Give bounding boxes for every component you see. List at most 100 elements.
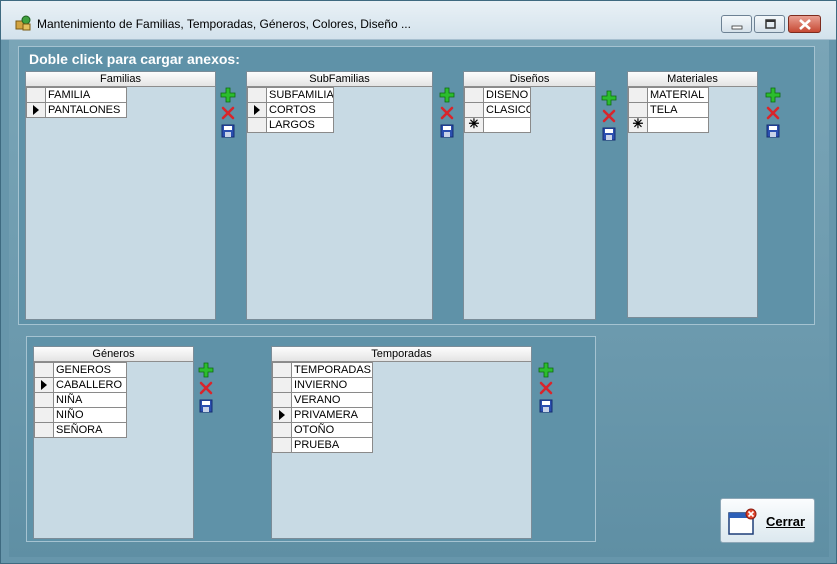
temporadas-cell[interactable]: PRIVAMERA <box>291 407 373 423</box>
familias-cell[interactable]: FAMILIA <box>45 87 127 103</box>
generos-cell[interactable]: SEÑORA <box>53 422 127 438</box>
materiales-row[interactable]: TELA <box>628 102 709 118</box>
disenos-new-row[interactable]: ✳ <box>464 117 531 133</box>
materiales-table: MATERIAL TELA ✳ <box>628 87 709 133</box>
temporadas-row[interactable]: PRUEBA <box>272 437 373 453</box>
row-selector[interactable] <box>34 422 54 438</box>
disenos-cell[interactable]: DISENO <box>483 87 531 103</box>
row-selector[interactable] <box>272 362 292 378</box>
generos-row[interactable]: GENEROS <box>34 362 127 378</box>
subfamilias-cell[interactable]: LARGOS <box>266 117 334 133</box>
subfamilias-add-button[interactable] <box>439 87 455 103</box>
familias-add-button[interactable] <box>220 87 236 103</box>
temporadas-cell[interactable]: OTOÑO <box>291 422 373 438</box>
row-selector[interactable] <box>34 392 54 408</box>
disenos-row[interactable]: CLASICO <box>464 102 531 118</box>
materiales-delete-button[interactable] <box>765 105 781 121</box>
familias-save-button[interactable] <box>220 123 236 139</box>
row-selector[interactable] <box>247 102 267 118</box>
row-selector[interactable] <box>26 87 46 103</box>
generos-row[interactable]: SEÑORA <box>34 422 127 438</box>
familias-grid[interactable]: Familias FAMILIA PANTALONES <box>25 71 216 320</box>
generos-save-button[interactable] <box>198 398 214 414</box>
generos-row[interactable]: CABALLERO <box>34 377 127 393</box>
row-selector[interactable] <box>272 392 292 408</box>
generos-cell[interactable]: GENEROS <box>53 362 127 378</box>
materiales-new-cell[interactable] <box>647 117 709 133</box>
maximize-button[interactable] <box>754 15 785 33</box>
temporadas-cell[interactable]: TEMPORADAS <box>291 362 373 378</box>
row-pointer-icon <box>41 379 47 390</box>
row-selector[interactable]: ✳ <box>628 117 648 133</box>
row-selector[interactable] <box>272 377 292 393</box>
row-selector[interactable] <box>464 87 484 103</box>
temporadas-row[interactable]: PRIVAMERA <box>272 407 373 423</box>
row-selector[interactable] <box>272 422 292 438</box>
disenos-grid[interactable]: Diseños DISENO CLASICO ✳ <box>463 71 596 320</box>
row-selector[interactable] <box>247 87 267 103</box>
disenos-add-button[interactable] <box>601 90 617 106</box>
generos-add-button[interactable] <box>198 362 214 378</box>
disenos-save-button[interactable] <box>601 126 617 142</box>
familias-row[interactable]: PANTALONES <box>26 102 127 118</box>
minimize-button[interactable] <box>721 15 752 33</box>
title-bar[interactable]: Mantenimiento de Familias, Temporadas, G… <box>1 1 836 40</box>
subfamilias-cell[interactable]: CORTOS <box>266 102 334 118</box>
temporadas-delete-button[interactable] <box>538 380 554 396</box>
subfamilias-row[interactable]: CORTOS <box>247 102 334 118</box>
materiales-save-button[interactable] <box>765 123 781 139</box>
temporadas-cell[interactable]: PRUEBA <box>291 437 373 453</box>
familias-delete-button[interactable] <box>220 105 236 121</box>
cerrar-button[interactable]: Cerrar <box>720 498 815 543</box>
row-selector[interactable] <box>26 102 46 118</box>
row-selector[interactable] <box>272 407 292 423</box>
row-selector[interactable] <box>247 117 267 133</box>
generos-row[interactable]: NIÑO <box>34 407 127 423</box>
generos-row[interactable]: NIÑA <box>34 392 127 408</box>
generos-cell[interactable]: NIÑA <box>53 392 127 408</box>
temporadas-cell[interactable]: INVIERNO <box>291 377 373 393</box>
materiales-add-button[interactable] <box>765 87 781 103</box>
temporadas-row[interactable]: INVIERNO <box>272 377 373 393</box>
plus-icon <box>220 87 236 103</box>
subfamilias-row[interactable]: LARGOS <box>247 117 334 133</box>
row-selector[interactable] <box>272 437 292 453</box>
familias-cell[interactable]: PANTALONES <box>45 102 127 118</box>
temporadas-grid[interactable]: Temporadas TEMPORADAS INVIERNO VERANO PRIVA… <box>271 346 532 539</box>
row-selector[interactable] <box>464 102 484 118</box>
close-window-button[interactable] <box>788 15 821 33</box>
disenos-new-cell[interactable] <box>483 117 531 133</box>
materiales-row[interactable]: MATERIAL <box>628 87 709 103</box>
familias-row[interactable]: FAMILIA <box>26 87 127 103</box>
generos-cell[interactable]: CABALLERO <box>53 377 127 393</box>
materiales-cell[interactable]: TELA <box>647 102 709 118</box>
row-selector[interactable] <box>628 87 648 103</box>
subfamilias-delete-button[interactable] <box>439 105 455 121</box>
x-icon <box>539 381 553 395</box>
subfamilias-save-button[interactable] <box>439 123 455 139</box>
temporadas-row[interactable]: TEMPORADAS <box>272 362 373 378</box>
disenos-cell[interactable]: CLASICO <box>483 102 531 118</box>
temporadas-row[interactable]: VERANO <box>272 392 373 408</box>
subfamilias-grid[interactable]: SubFamilias SUBFAMILIA CORTOS LARGOS <box>246 71 433 320</box>
materiales-new-row[interactable]: ✳ <box>628 117 709 133</box>
materiales-grid[interactable]: Materiales MATERIAL TELA ✳ <box>627 71 758 318</box>
generos-cell[interactable]: NIÑO <box>53 407 127 423</box>
row-selector[interactable] <box>34 377 54 393</box>
temporadas-add-button[interactable] <box>538 362 554 378</box>
subfamilias-row[interactable]: SUBFAMILIA <box>247 87 334 103</box>
new-row-icon: ✳ <box>468 117 480 131</box>
temporadas-row[interactable]: OTOÑO <box>272 422 373 438</box>
generos-delete-button[interactable] <box>198 380 214 396</box>
temporadas-save-button[interactable] <box>538 398 554 414</box>
row-selector[interactable] <box>628 102 648 118</box>
row-selector[interactable]: ✳ <box>464 117 484 133</box>
subfamilias-cell[interactable]: SUBFAMILIA <box>266 87 334 103</box>
materiales-cell[interactable]: MATERIAL <box>647 87 709 103</box>
temporadas-cell[interactable]: VERANO <box>291 392 373 408</box>
disenos-delete-button[interactable] <box>601 108 617 124</box>
row-selector[interactable] <box>34 407 54 423</box>
generos-grid[interactable]: Géneros GENEROS CABALLERO NIÑA NIÑO SEÑORA <box>33 346 194 539</box>
disenos-row[interactable]: DISENO <box>464 87 531 103</box>
row-selector[interactable] <box>34 362 54 378</box>
